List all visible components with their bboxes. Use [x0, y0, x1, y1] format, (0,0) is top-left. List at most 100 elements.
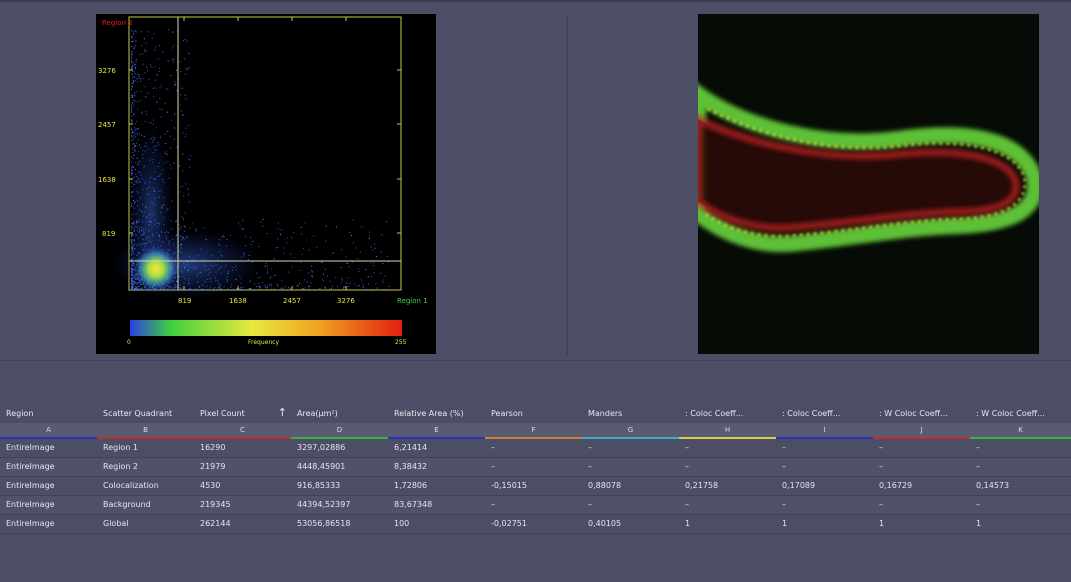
scatter-point [131, 96, 133, 98]
scatter-point [186, 69, 188, 71]
scatter-point [375, 256, 377, 258]
scatter-point [313, 235, 315, 237]
scatter-point [368, 283, 369, 285]
column-header[interactable]: : W Coloc Coeff... [970, 403, 1071, 423]
scatter-point [254, 283, 256, 285]
scatter-point [184, 73, 186, 75]
scatter-point [382, 281, 384, 283]
scatter-point [131, 120, 133, 122]
column-header-label: : Coloc Coeff... [782, 408, 841, 418]
scatter-point [320, 261, 322, 263]
scatter-point [183, 218, 185, 220]
table-row[interactable]: EntireImage Background 219345 44394,52397 83… [0, 495, 1071, 515]
scatter-point [242, 220, 244, 222]
scatter-point [134, 148, 136, 150]
scatter-plot[interactable]: Region 2 Region 1 3276 2457 1638 819 819… [96, 14, 436, 354]
scatter-point [131, 127, 132, 129]
scatter-point [154, 49, 156, 51]
scatter-point [187, 194, 189, 196]
scatter-point [159, 97, 161, 99]
scatter-point [341, 249, 343, 251]
column-letter[interactable]: H [679, 423, 776, 439]
scatter-point [265, 262, 267, 264]
scatter-point [291, 266, 293, 268]
density-hotspot [134, 247, 178, 291]
scatter-point [170, 147, 171, 149]
scatter-point [245, 236, 247, 238]
scatter-point [132, 155, 134, 157]
scatter-point [131, 106, 133, 107]
scatter-point [367, 276, 369, 278]
scatter-point [155, 79, 157, 81]
sort-ascending-icon[interactable]: ↑ [278, 406, 287, 419]
column-header[interactable]: Area(µm²) [291, 403, 388, 423]
column-header[interactable]: : W Coloc Coeff... [873, 403, 970, 423]
scatter-point [188, 192, 190, 194]
scatter-point [138, 76, 140, 78]
scatter-point [159, 87, 161, 89]
scatter-point [132, 33, 134, 35]
table-cell: 3297,02886 [291, 438, 388, 458]
scatter-point [358, 271, 360, 272]
column-header[interactable]: Manders [582, 403, 679, 423]
table-row[interactable]: EntireImage Global 262144 53056,86518 100 -0,… [0, 514, 1071, 534]
scatter-point [134, 146, 136, 147]
column-header[interactable]: Region [0, 403, 97, 423]
scatter-point [373, 262, 375, 264]
scatter-point [187, 188, 189, 190]
column-letter[interactable]: B [97, 423, 194, 439]
scatter-point [259, 286, 261, 288]
scatter-point [184, 58, 186, 60]
table-row[interactable]: EntireImage Region 1 16290 3297,02886 6,2141… [0, 438, 1071, 458]
scatter-point [138, 128, 140, 130]
scatter-point [239, 225, 241, 227]
scatter-point [318, 289, 320, 290]
panel-divider[interactable] [566, 16, 568, 356]
column-letter[interactable]: D [291, 423, 388, 439]
column-header[interactable]: Pixel Count ↑ [194, 403, 291, 423]
column-letter[interactable]: C [194, 423, 291, 439]
scatter-point [283, 247, 285, 249]
column-header[interactable]: Relative Area (%) [388, 403, 485, 423]
column-header[interactable]: : Coloc Coeff... [776, 403, 873, 423]
table-row[interactable]: EntireImage Region 2 21979 4448,45901 8,3843… [0, 457, 1071, 477]
scatter-point [131, 116, 133, 118]
scatter-point [262, 225, 264, 227]
scatter-point [132, 102, 134, 104]
column-header[interactable]: Scatter Quadrant [97, 403, 194, 423]
column-letter[interactable]: J [873, 423, 970, 439]
column-letter[interactable]: E [388, 423, 485, 439]
column-letter[interactable]: F [485, 423, 582, 439]
column-header-label: : Coloc Coeff... [685, 408, 744, 418]
table-cell: 0,17089 [776, 476, 873, 496]
column-header-label: Area(µm²) [297, 408, 338, 418]
column-header[interactable]: Pearson [485, 403, 582, 423]
column-letter[interactable]: A [0, 423, 97, 439]
column-letter[interactable]: K [970, 423, 1071, 439]
scatter-point [132, 139, 134, 141]
scatter-point [340, 267, 342, 268]
column-header[interactable]: : Coloc Coeff... [679, 403, 776, 423]
table-cell: – [776, 457, 873, 477]
table-cell: EntireImage [0, 457, 97, 477]
scatter-point [340, 281, 342, 283]
column-letter[interactable]: G [582, 423, 679, 439]
scatter-point [143, 38, 145, 40]
scatter-point [300, 262, 302, 263]
scatter-point [137, 81, 138, 83]
scatter-point [131, 55, 132, 57]
scatter-point [162, 51, 164, 53]
scatter-point [259, 276, 261, 278]
scatter-point [131, 41, 133, 43]
scatter-point [169, 135, 171, 137]
column-letter[interactable]: I [776, 423, 873, 439]
table-row[interactable]: EntireImage Colocalization 4530 916,85333 1,… [0, 476, 1071, 496]
scatter-point [135, 45, 137, 46]
scatter-point [243, 228, 245, 230]
scatter-point [131, 60, 132, 62]
microscopy-image[interactable] [698, 14, 1039, 354]
table-cell: 1 [970, 514, 1071, 534]
scatter-point [280, 233, 281, 235]
scatter-point [311, 274, 313, 276]
scatter-point [372, 249, 373, 251]
